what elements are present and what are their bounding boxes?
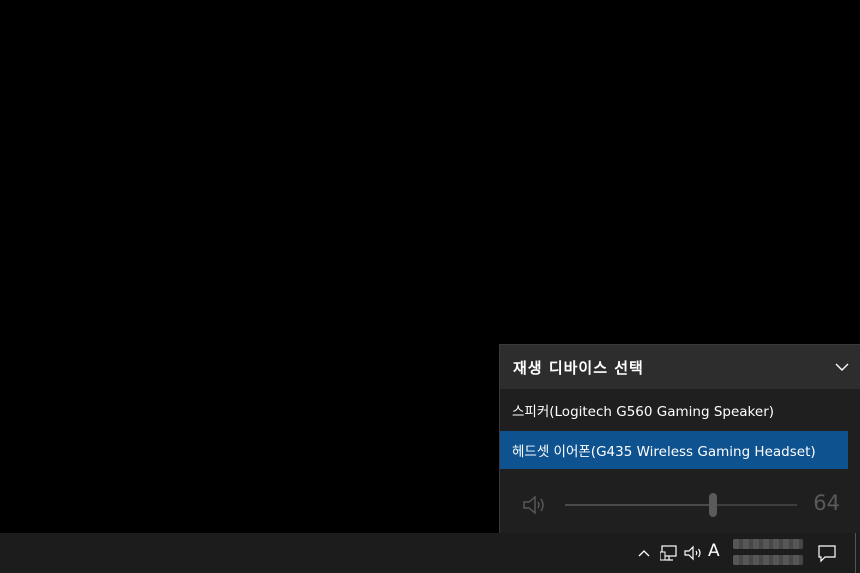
- device-item-speaker[interactable]: 스피커(Logitech G560 Gaming Speaker): [500, 391, 848, 429]
- flyout-title: 재생 디바이스 선택: [513, 358, 644, 377]
- show-desktop-button[interactable]: [855, 533, 860, 573]
- playback-device-flyout: 재생 디바이스 선택 스피커(Logitech G560 Gaming Spea…: [499, 344, 860, 533]
- chevron-up-icon[interactable]: [637, 543, 651, 563]
- clock-date-redacted[interactable]: [733, 555, 803, 565]
- volume-slider-thumb[interactable]: [709, 493, 718, 517]
- volume-row: 64: [500, 483, 860, 527]
- action-center-icon[interactable]: [817, 543, 837, 563]
- device-list: 스피커(Logitech G560 Gaming Speaker) 헤드셋 이어…: [500, 391, 860, 471]
- network-icon[interactable]: [660, 543, 680, 563]
- volume-value: 64: [813, 491, 840, 515]
- device-item-headset[interactable]: 헤드셋 이어폰(G435 Wireless Gaming Headset): [500, 431, 848, 469]
- device-item-label: 스피커(Logitech G560 Gaming Speaker): [512, 404, 775, 420]
- chevron-down-icon[interactable]: [834, 359, 850, 375]
- volume-slider[interactable]: [565, 493, 797, 517]
- input-method-indicator[interactable]: A: [708, 541, 720, 561]
- volume-slider-fill: [565, 504, 714, 506]
- device-item-label: 헤드셋 이어폰(G435 Wireless Gaming Headset): [512, 444, 816, 460]
- clock-time-redacted[interactable]: [733, 539, 803, 549]
- taskbar: A: [0, 533, 860, 573]
- volume-icon[interactable]: [684, 543, 704, 563]
- flyout-header[interactable]: 재생 디바이스 선택: [500, 345, 860, 389]
- speaker-icon[interactable]: [522, 494, 548, 516]
